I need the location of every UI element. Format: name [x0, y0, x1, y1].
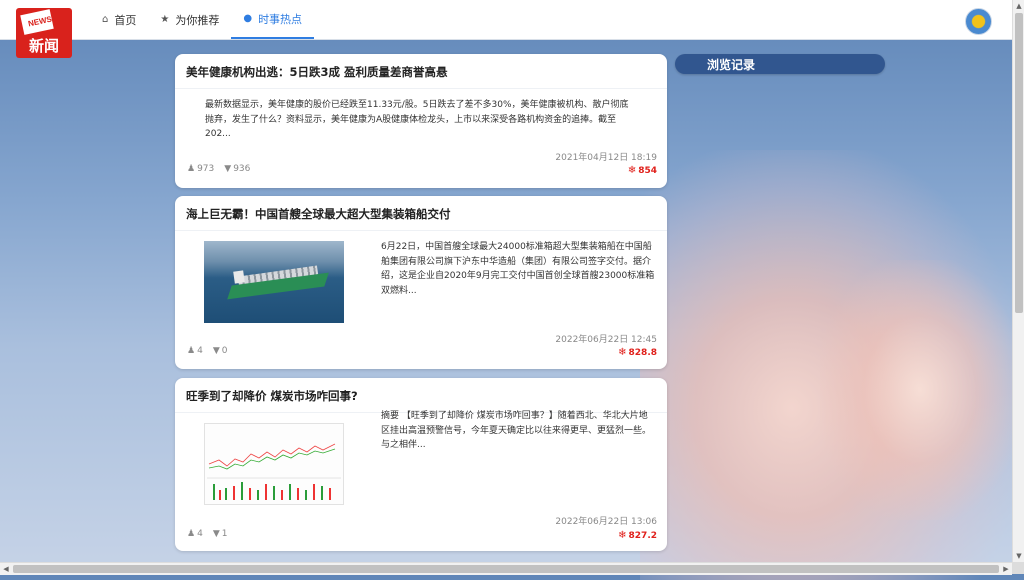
main-nav: ⌂ 首页 ★ 为你推荐 ● 时事热点 — [90, 0, 315, 39]
divider — [175, 230, 667, 231]
article-title[interactable]: 美年健康机构出逃：5日跌3成 盈利质量差商誉高悬 — [186, 64, 448, 80]
dislike-count[interactable]: ▼ 0 — [213, 346, 228, 356]
background-clouds-2 — [820, 260, 1020, 520]
logo-title: 新闻 — [28, 37, 59, 55]
thumbs-down-icon: ▼ — [224, 164, 232, 174]
browse-history-header[interactable]: 浏览记录 — [675, 54, 885, 74]
like-count[interactable]: ♟ 973 — [187, 164, 214, 174]
home-icon: ⌂ — [102, 14, 109, 25]
like-count[interactable]: ♟ 4 — [187, 346, 203, 356]
dislike-count[interactable]: ▼ 936 — [224, 164, 250, 174]
article-summary: 摘要 【旺季到了却降价 煤炭市场咋回事？】随着西北、华北大片地区挂出高温预警信号… — [381, 411, 652, 450]
scrollbar-thumb[interactable] — [1015, 13, 1023, 313]
news-logo[interactable]: NEWS 新闻 — [16, 8, 72, 58]
nav-home[interactable]: ⌂ 首页 — [90, 0, 148, 39]
stock-chart-image[interactable] — [204, 423, 344, 505]
scroll-right-icon[interactable]: ▶ — [1000, 563, 1012, 575]
article-date: 2022年06月22日 12:45 — [555, 335, 657, 345]
users-icon: ♟ — [187, 346, 196, 356]
article-summary: 最新数据显示，美年健康的股价已经跌至11.33元/股。5日跌去了差不多30%，美… — [205, 100, 629, 139]
thumbs-down-icon: ▼ — [212, 346, 220, 356]
article-summary: 6月22日，中国首艘全球最大24000标准箱超大型集装箱船在中国船舶集团有限公司… — [381, 242, 655, 296]
nav-recommend-label: 为你推荐 — [175, 13, 220, 27]
hot-score: ❄ 827.2 — [618, 530, 657, 541]
scroll-up-icon[interactable]: ▲ — [1013, 0, 1024, 12]
browse-history-label: 浏览记录 — [707, 58, 756, 72]
article-card[interactable]: 美年健康机构出逃：5日跌3成 盈利质量差商誉高悬 最新数据显示，美年健康的股价已… — [175, 54, 667, 188]
users-icon: ♟ — [187, 529, 196, 539]
hscrollbar-thumb[interactable] — [13, 565, 999, 573]
divider — [175, 88, 667, 89]
article-card[interactable]: 旺季到了却降价 煤炭市场咋回事? 摘要 【旺季到了却降价 煤炭市场咋回事？】随着… — [175, 378, 667, 551]
ship-bridge — [233, 270, 245, 284]
article-date: 2022年06月22日 13:06 — [555, 517, 657, 527]
dot-icon: ● — [243, 13, 253, 24]
thumbs-down-icon: ▼ — [212, 529, 220, 539]
nav-hot-topics[interactable]: ● 时事热点 — [231, 0, 315, 39]
horizontal-scrollbar[interactable]: ◀ ▶ — [0, 562, 1012, 575]
top-navigation-bar: ⌂ 首页 ★ 为你推荐 ● 时事热点 — [0, 0, 1012, 40]
scrollbar-corner — [1012, 562, 1024, 574]
article-title[interactable]: 旺季到了却降价 煤炭市场咋回事? — [186, 388, 358, 404]
fire-icon: ❄ — [618, 530, 627, 541]
hot-score: ❄ 828.8 — [618, 347, 657, 358]
scroll-left-icon[interactable]: ◀ — [0, 563, 12, 575]
article-stats: ♟ 973 ▼ 936 — [187, 164, 250, 174]
like-count[interactable]: ♟ 4 — [187, 529, 203, 539]
fire-icon: ❄ — [627, 165, 637, 176]
vertical-scrollbar[interactable]: ▲ ▼ — [1012, 0, 1024, 562]
article-stats: ♟ 4 ▼ 0 — [187, 346, 227, 356]
dislike-count[interactable]: ▼ 1 — [213, 529, 228, 539]
stock-chart-graphic — [207, 443, 341, 500]
scroll-down-icon[interactable]: ▼ — [1013, 550, 1024, 562]
users-icon: ♟ — [187, 164, 196, 174]
hot-score: ❄ 854 — [627, 165, 657, 176]
article-card[interactable]: 海上巨无霸！中国首艘全球最大超大型集装箱船交付 6月22日，中国首艘全球最大24… — [175, 196, 667, 369]
user-avatar[interactable] — [965, 8, 992, 35]
nav-recommend[interactable]: ★ 为你推荐 — [148, 0, 231, 39]
fire-icon: ❄ — [618, 347, 627, 358]
container-ship-image[interactable] — [204, 241, 344, 323]
article-stats: ♟ 4 ▼ 1 — [187, 529, 227, 539]
article-date: 2021年04月12日 18:19 — [555, 153, 657, 163]
nav-hot-topics-label: 时事热点 — [258, 12, 303, 26]
star-icon: ★ — [160, 14, 170, 25]
nav-home-label: 首页 — [114, 13, 137, 27]
article-title[interactable]: 海上巨无霸！中国首艘全球最大超大型集装箱船交付 — [186, 206, 451, 222]
